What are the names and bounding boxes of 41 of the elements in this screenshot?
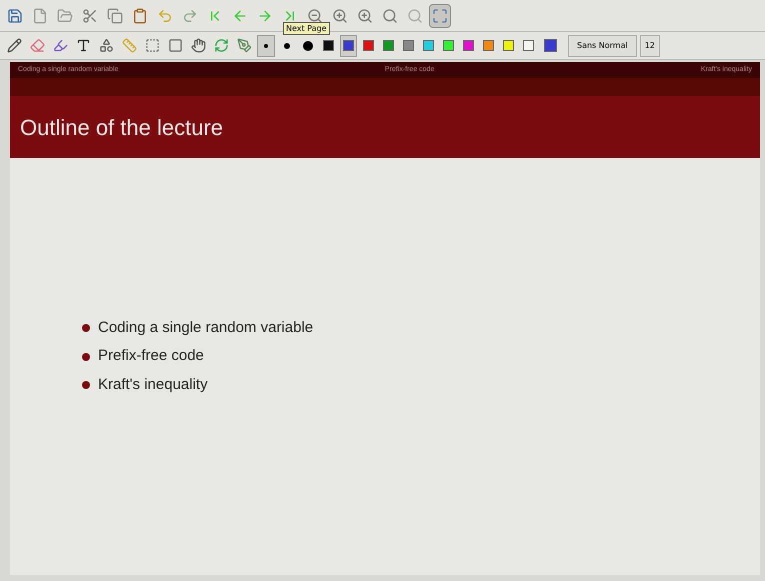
shapes-icon [98, 38, 114, 53]
pencil-icon [6, 38, 22, 53]
copy-icon [107, 8, 123, 24]
select-rectangle-icon [168, 38, 182, 53]
hand-icon [190, 38, 206, 53]
custom-color-swatch[interactable] [544, 39, 557, 52]
bullet-text: Kraft's inequality [98, 374, 208, 395]
select-region-icon [144, 38, 160, 53]
color-swatch[interactable] [340, 34, 357, 56]
pen-size-button[interactable] [257, 34, 275, 56]
eraser-icon [30, 38, 44, 53]
bullet-text: Coding a single random variable [98, 318, 314, 338]
undo-icon [157, 8, 173, 24]
pen-icon [236, 38, 252, 53]
redo-icon [182, 8, 198, 24]
zoom-out-icon [307, 8, 323, 24]
zoom-fit-icon [382, 8, 398, 24]
font-size-button[interactable]: 12 [640, 34, 660, 56]
previous-page-icon [232, 8, 248, 24]
zoom-in-icon [357, 8, 373, 24]
open-folder-icon [57, 8, 73, 24]
refresh-icon [214, 38, 228, 53]
next-page-icon [257, 8, 273, 24]
ruler-icon [122, 38, 136, 53]
zoom-in-icon [332, 8, 348, 24]
slide-title: Outline of the lecture [20, 114, 224, 142]
bullet-icon [82, 324, 90, 332]
paste-icon [132, 8, 148, 24]
save-icon [7, 8, 23, 24]
search-icon [407, 8, 423, 24]
fullscreen-icon [432, 8, 448, 24]
tooltip: Next Page [283, 22, 330, 35]
toolbar-button[interactable] [429, 4, 451, 28]
bullet-icon [82, 381, 90, 389]
bullet-text: Prefix-free code [98, 346, 204, 366]
cut-icon [82, 8, 98, 24]
new-file-icon [32, 8, 48, 24]
highlighter-icon [52, 38, 68, 53]
bullet-icon [82, 352, 90, 360]
text-icon [76, 38, 90, 53]
font-button[interactable]: Sans Normal [568, 34, 637, 56]
